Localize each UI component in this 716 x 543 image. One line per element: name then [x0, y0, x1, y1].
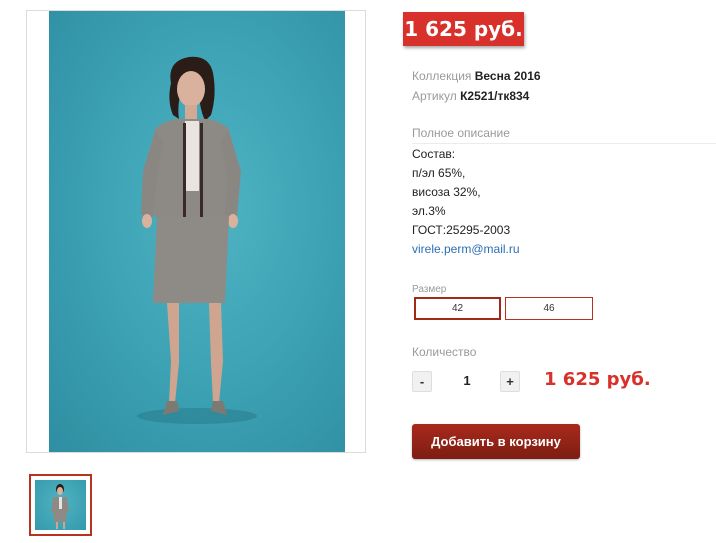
product-thumbnail[interactable] — [29, 474, 92, 536]
size-label: Размер — [412, 284, 447, 295]
thumbnail-photo — [35, 480, 86, 530]
product-main-image-frame[interactable] — [26, 10, 366, 453]
description-heading: Полное описание — [412, 126, 716, 144]
quantity-label: Количество — [412, 345, 477, 359]
description-line: Состав: — [412, 147, 456, 161]
model-illustration — [137, 56, 257, 424]
article-value: К2521/тк834 — [460, 89, 530, 103]
size-option-46[interactable]: 46 — [505, 297, 593, 320]
price-badge: 1 625 руб. — [403, 12, 524, 46]
email-link[interactable]: virele.perm@mail.ru — [412, 242, 520, 256]
size-option-42[interactable]: 42 — [414, 297, 501, 320]
collection-value: Весна 2016 — [474, 69, 541, 83]
collection-key: Коллекция — [412, 69, 472, 83]
add-to-cart-button[interactable]: Добавить в корзину — [412, 424, 580, 459]
description-line: висоза 32%, — [412, 185, 481, 199]
thumbnail-model-illustration — [51, 484, 69, 529]
quantity-decrease-button[interactable]: - — [412, 371, 432, 392]
article-row: Артикул К2521/тк834 — [412, 89, 529, 103]
total-price: 1 625 руб. — [544, 369, 651, 390]
article-key: Артикул — [412, 89, 457, 103]
quantity-value[interactable]: 1 — [455, 373, 479, 388]
description-line: п/эл 65%, — [412, 166, 466, 180]
collection-row: Коллекция Весна 2016 — [412, 69, 541, 83]
product-photo[interactable] — [49, 11, 345, 452]
description-email-row: virele.perm@mail.ru — [412, 242, 520, 256]
quantity-increase-button[interactable]: + — [500, 371, 520, 392]
description-line: эл.3% — [412, 204, 446, 218]
description-line: ГОСТ:25295-2003 — [412, 223, 511, 237]
